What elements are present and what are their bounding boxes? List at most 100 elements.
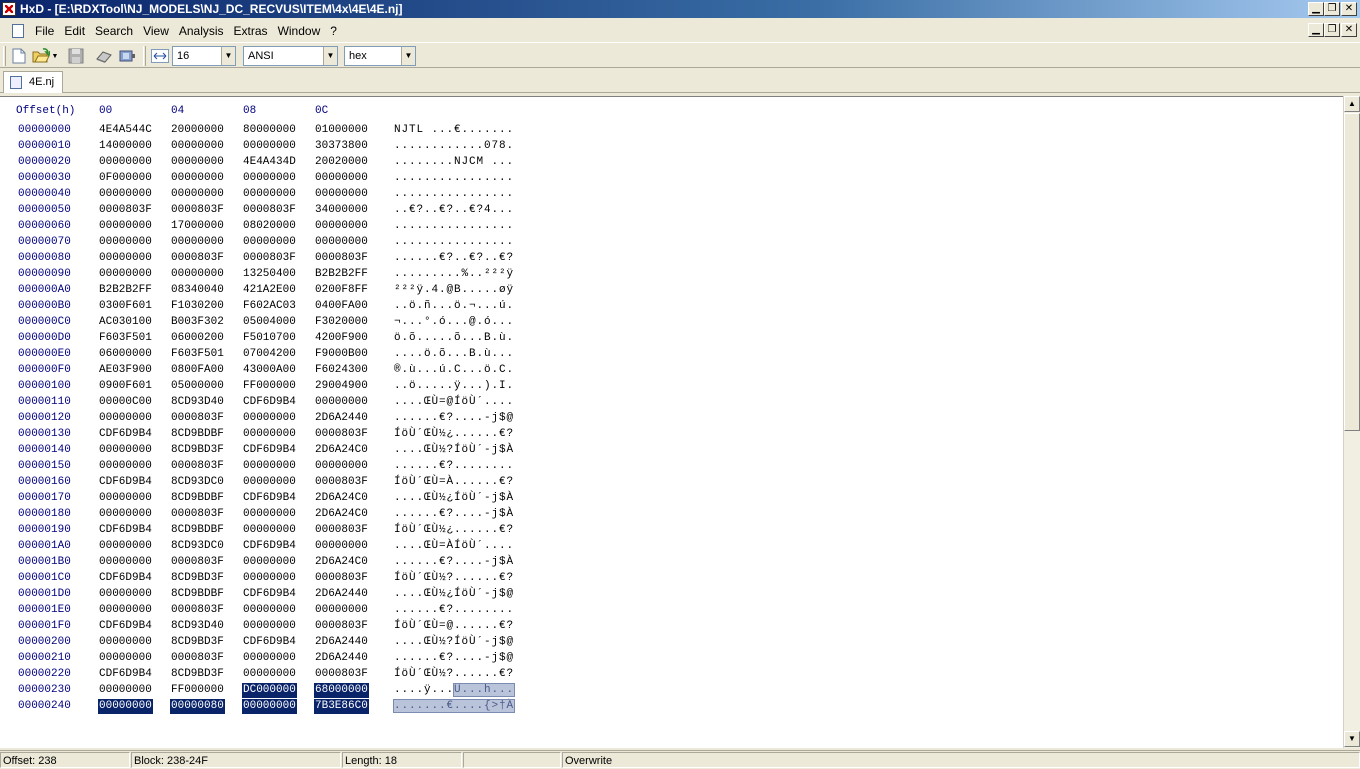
- hex-bytes-group[interactable]: 00000000: [242, 555, 297, 570]
- hex-bytes-group[interactable]: CDF6D9B4: [242, 635, 297, 650]
- ascii-text[interactable]: ..ö.ñ...ö.¬...ú.: [394, 299, 514, 314]
- hex-bytes-group[interactable]: CDF6D9B4: [98, 667, 153, 682]
- ascii-text[interactable]: ²²²ÿ.4.@B.....øÿ: [394, 283, 514, 298]
- hex-bytes-group[interactable]: FF000000: [170, 683, 225, 698]
- hex-bytes-group[interactable]: 00000000: [242, 187, 297, 202]
- hex-bytes-group[interactable]: 8CD9BD3F: [170, 443, 225, 458]
- ascii-text[interactable]: ö.õ.....õ...B.ù.: [394, 331, 514, 346]
- hex-bytes-group[interactable]: 0000803F: [314, 523, 369, 538]
- open-ram-icon[interactable]: [117, 46, 137, 66]
- hex-bytes-group[interactable]: 8CD9BD3F: [170, 635, 225, 650]
- hex-bytes-group[interactable]: 0000803F: [314, 251, 369, 266]
- ascii-text[interactable]: ÍöÙ´ŒÙ½¿......€?: [394, 523, 514, 538]
- hex-bytes-group[interactable]: 0200F8FF: [314, 283, 369, 298]
- hex-bytes-group[interactable]: 00000000: [98, 699, 153, 714]
- hex-bytes-group[interactable]: 00000000: [242, 571, 297, 586]
- hex-bytes-group[interactable]: 00000000: [98, 555, 153, 570]
- hex-bytes-group[interactable]: 00000000: [98, 603, 153, 618]
- hex-bytes-group[interactable]: 0000803F: [98, 203, 153, 218]
- hex-bytes-group[interactable]: 00000000: [314, 603, 369, 618]
- chevron-down-icon[interactable]: ▼: [221, 47, 235, 65]
- hex-editor[interactable]: Offset(h) 00 04 08 0C 00000000 4E4A544C 20…: [0, 96, 1343, 748]
- hex-bytes-group[interactable]: 00000000: [242, 427, 297, 442]
- hex-bytes-group[interactable]: F603F501: [170, 347, 225, 362]
- hex-bytes-group[interactable]: 08340040: [170, 283, 225, 298]
- menu-analysis[interactable]: Analysis: [174, 24, 229, 38]
- hex-bytes-group[interactable]: 0300F601: [98, 299, 153, 314]
- ascii-text[interactable]: ......€?..€?..€?: [394, 251, 514, 266]
- hex-bytes-group[interactable]: 00000000: [314, 187, 369, 202]
- ascii-text[interactable]: ................: [394, 219, 514, 234]
- hex-bytes-group[interactable]: 0000803F: [314, 475, 369, 490]
- menu-help[interactable]: ?: [325, 24, 342, 38]
- ascii-text[interactable]: ......€?........: [394, 603, 514, 618]
- hex-bytes-group[interactable]: 2D6A2440: [314, 411, 369, 426]
- ascii-text[interactable]: ................: [394, 187, 514, 202]
- ascii-text[interactable]: ¬...°.ó...@.ó...: [394, 315, 514, 330]
- hex-bytes-group[interactable]: 00000000: [314, 171, 369, 186]
- hex-bytes-group[interactable]: 00000000: [98, 267, 153, 282]
- hex-bytes-group[interactable]: 0000803F: [170, 251, 225, 266]
- hex-bytes-group[interactable]: F603F501: [98, 331, 153, 346]
- hex-bytes-group[interactable]: 0000803F: [314, 619, 369, 634]
- hex-bytes-group[interactable]: B003F302: [170, 315, 225, 330]
- hex-bytes-group[interactable]: 05000000: [170, 379, 225, 394]
- status-mode[interactable]: Overwrite: [562, 752, 1360, 768]
- hex-bytes-group[interactable]: 2D6A2440: [314, 635, 369, 650]
- hex-bytes-group[interactable]: 68000000: [314, 683, 369, 698]
- hex-bytes-group[interactable]: 8CD9BD3F: [170, 571, 225, 586]
- hex-bytes-group[interactable]: 8CD93DC0: [170, 539, 225, 554]
- ascii-text[interactable]: NJTL ...€.......: [394, 123, 514, 138]
- chevron-down-icon[interactable]: ▼: [323, 47, 337, 65]
- hex-bytes-group[interactable]: 8CD9BD3F: [170, 667, 225, 682]
- hex-bytes-group[interactable]: 0000803F: [242, 203, 297, 218]
- scroll-thumb[interactable]: [1344, 113, 1360, 431]
- save-icon[interactable]: [66, 46, 86, 66]
- ascii-text[interactable]: ®.ù...ú.C...ö.C.: [394, 363, 514, 378]
- hex-bytes-group[interactable]: 00000000: [98, 507, 153, 522]
- hex-bytes-group[interactable]: 0000803F: [170, 507, 225, 522]
- charset-select[interactable]: ANSI ▼: [243, 46, 338, 66]
- ascii-text[interactable]: ÍöÙ´ŒÙ½¿......€?: [394, 427, 514, 442]
- hex-bytes-group[interactable]: 00000000: [98, 491, 153, 506]
- ascii-text[interactable]: ................: [394, 235, 514, 250]
- hex-bytes-group[interactable]: 0F000000: [98, 171, 153, 186]
- ascii-text[interactable]: .......€....{>†À: [392, 699, 516, 714]
- tab-4e-nj[interactable]: 4E.nj: [3, 71, 63, 93]
- hex-bytes-group[interactable]: 2D6A24C0: [314, 507, 369, 522]
- hex-bytes-group[interactable]: 8CD9BDBF: [170, 491, 225, 506]
- hex-bytes-group[interactable]: F3020000: [314, 315, 369, 330]
- hex-bytes-group[interactable]: CDF6D9B4: [98, 475, 153, 490]
- hex-bytes-group[interactable]: 00000000: [98, 235, 153, 250]
- ascii-text[interactable]: ÍöÙ´ŒÙ=À......€?: [394, 475, 514, 490]
- bytes-per-row-select[interactable]: 16 ▼: [172, 46, 236, 66]
- hex-bytes-group[interactable]: 00000000: [242, 667, 297, 682]
- open-file-icon[interactable]: [31, 46, 51, 66]
- hex-bytes-group[interactable]: 2D6A24C0: [314, 443, 369, 458]
- hex-bytes-group[interactable]: 0000803F: [314, 427, 369, 442]
- scroll-down-button[interactable]: ▼: [1344, 731, 1360, 747]
- menu-view[interactable]: View: [138, 24, 174, 38]
- hex-bytes-group[interactable]: B2B2B2FF: [314, 267, 369, 282]
- hex-bytes-group[interactable]: 0000803F: [314, 571, 369, 586]
- hex-bytes-group[interactable]: CDF6D9B4: [98, 427, 153, 442]
- hex-bytes-group[interactable]: 00000C00: [98, 395, 153, 410]
- hex-bytes-group[interactable]: 00000000: [170, 187, 225, 202]
- ascii-text[interactable]: ....ÿ...Ü...h...: [394, 683, 516, 698]
- display-mode-select[interactable]: hex ▼: [344, 46, 416, 66]
- ascii-text[interactable]: ÍöÙ´ŒÙ=@......€?: [394, 619, 514, 634]
- hex-bytes-group[interactable]: 00000000: [170, 171, 225, 186]
- hex-bytes-group[interactable]: 00000000: [242, 459, 297, 474]
- hex-bytes-group[interactable]: 00000000: [98, 651, 153, 666]
- hex-bytes-group[interactable]: 2D6A2440: [314, 651, 369, 666]
- hex-bytes-group[interactable]: AC030100: [98, 315, 153, 330]
- hex-bytes-group[interactable]: 7B3E86C0: [314, 699, 369, 714]
- hex-bytes-group[interactable]: 00000000: [242, 523, 297, 538]
- maximize-button[interactable]: ❐: [1324, 2, 1340, 16]
- hex-bytes-group[interactable]: 421A2E00: [242, 283, 297, 298]
- hex-bytes-group[interactable]: FF000000: [242, 379, 297, 394]
- hex-bytes-group[interactable]: 01000000: [314, 123, 369, 138]
- hex-bytes-group[interactable]: 08020000: [242, 219, 297, 234]
- toolbar-grip-2[interactable]: [143, 46, 146, 66]
- ascii-text[interactable]: ....ö.õ...B.ù...: [394, 347, 514, 362]
